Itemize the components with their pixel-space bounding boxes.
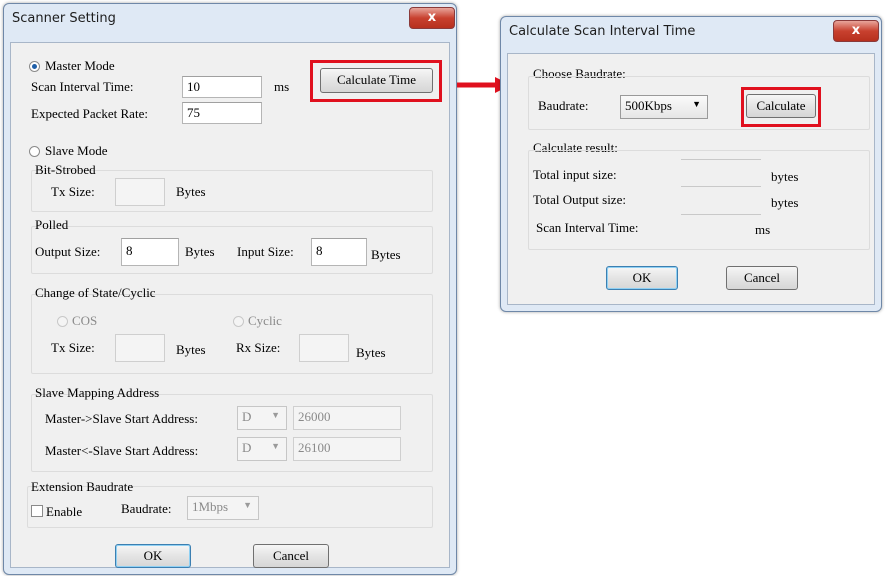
chevron-down-icon: ▼ <box>243 500 252 510</box>
bit-strobed-tx-unit: Bytes <box>176 184 206 199</box>
output-size-unit: Bytes <box>185 244 215 259</box>
result-line-2 <box>681 186 761 187</box>
result-line-1 <box>681 159 761 160</box>
total-input-unit: bytes <box>771 169 799 184</box>
cos-group-title: Change of State/Cyclic <box>35 285 156 300</box>
scanner-close-button[interactable]: x <box>409 7 455 29</box>
baudrate-select[interactable]: 500Kbps ▼ <box>620 95 708 119</box>
cos-group <box>31 294 433 374</box>
cos-tx-input[interactable] <box>115 334 165 362</box>
scan-interval-result-label: Scan Interval Time: <box>536 220 639 235</box>
packet-rate-input[interactable]: 75 <box>182 102 262 124</box>
total-output-unit: bytes <box>771 195 799 210</box>
bit-strobed-tx-input[interactable] <box>115 178 165 206</box>
scanner-setting-window: Scanner Setting x Master Mode Scan Inter… <box>3 3 457 575</box>
scan-interval-result-unit: ms <box>755 222 771 237</box>
master-mode-radio[interactable] <box>29 61 40 72</box>
bit-strobed-title: Bit-Strobed <box>35 162 96 177</box>
mapping-title: Slave Mapping Address <box>35 385 160 400</box>
ext-baud-select[interactable]: 1Mbps ▼ <box>187 496 259 520</box>
ext-baud-label: Baudrate: <box>121 501 172 516</box>
bit-strobed-tx-label: Tx Size: <box>51 184 95 199</box>
packet-rate-label: Expected Packet Rate: <box>31 106 148 121</box>
enable-checkbox[interactable] <box>31 505 43 517</box>
calculate-time-highlight <box>310 60 442 102</box>
chevron-down-icon: ▼ <box>271 410 280 420</box>
cyclic-radio[interactable] <box>233 316 244 327</box>
s2m-address-label: Master<-Slave Start Address: <box>45 443 199 458</box>
cos-rx-unit: Bytes <box>356 345 386 360</box>
cos-rx-label: Rx Size: <box>236 340 281 355</box>
calculate-button-highlight <box>741 87 821 127</box>
cos-radio[interactable] <box>57 316 68 327</box>
scan-interval-input[interactable]: 10 <box>182 76 262 98</box>
result-line-3 <box>681 214 761 215</box>
s2m-address-input[interactable]: 26100 <box>293 437 401 461</box>
polled-title: Polled <box>35 217 69 232</box>
chevron-down-icon: ▼ <box>271 441 280 451</box>
cos-tx-label: Tx Size: <box>51 340 95 355</box>
total-input-label: Total input size: <box>533 167 617 182</box>
m2s-device-select[interactable]: D ▼ <box>237 406 287 430</box>
input-size-input[interactable]: 8 <box>311 238 367 266</box>
slave-mode-label: Slave Mode <box>45 143 108 158</box>
calculate-window-title: Calculate Scan Interval Time <box>509 24 696 39</box>
s2m-device-select[interactable]: D ▼ <box>237 437 287 461</box>
calc-client-area: Choose Baudrate: Baudrate: 500Kbps ▼ Calc… <box>507 53 875 305</box>
scanner-cancel-button[interactable]: Cancel <box>253 544 329 568</box>
chevron-down-icon: ▼ <box>692 99 701 109</box>
ext-baud-title: Extension Baudrate <box>31 479 134 494</box>
calc-ok-button[interactable]: OK <box>606 266 678 290</box>
m2s-address-label: Master->Slave Start Address: <box>45 411 198 426</box>
baudrate-label: Baudrate: <box>538 98 589 113</box>
calc-close-button[interactable]: x <box>833 20 879 42</box>
scan-interval-label: Scan Interval Time: <box>31 79 134 94</box>
cos-label: COS <box>72 313 98 328</box>
calc-cancel-button[interactable]: Cancel <box>726 266 798 290</box>
scan-interval-unit: ms <box>274 79 290 94</box>
cos-tx-unit: Bytes <box>176 342 206 357</box>
master-mode-label: Master Mode <box>45 58 115 73</box>
scanner-client-area: Master Mode Scan Interval Time: 10 ms Ca… <box>10 42 450 568</box>
output-size-label: Output Size: <box>35 244 101 259</box>
enable-label: Enable <box>46 504 83 519</box>
input-size-unit: Bytes <box>371 247 401 262</box>
input-size-label: Input Size: <box>237 244 294 259</box>
total-output-label: Total Output size: <box>533 192 626 207</box>
scanner-ok-button[interactable]: OK <box>115 544 191 568</box>
slave-mode-radio[interactable] <box>29 146 40 157</box>
cyclic-label: Cyclic <box>248 313 282 328</box>
calculate-window: Calculate Scan Interval Time x Choose Ba… <box>500 16 882 312</box>
cos-rx-input[interactable] <box>299 334 349 362</box>
scanner-setting-title: Scanner Setting <box>12 11 116 26</box>
output-size-input[interactable]: 8 <box>121 238 179 266</box>
m2s-address-input[interactable]: 26000 <box>293 406 401 430</box>
